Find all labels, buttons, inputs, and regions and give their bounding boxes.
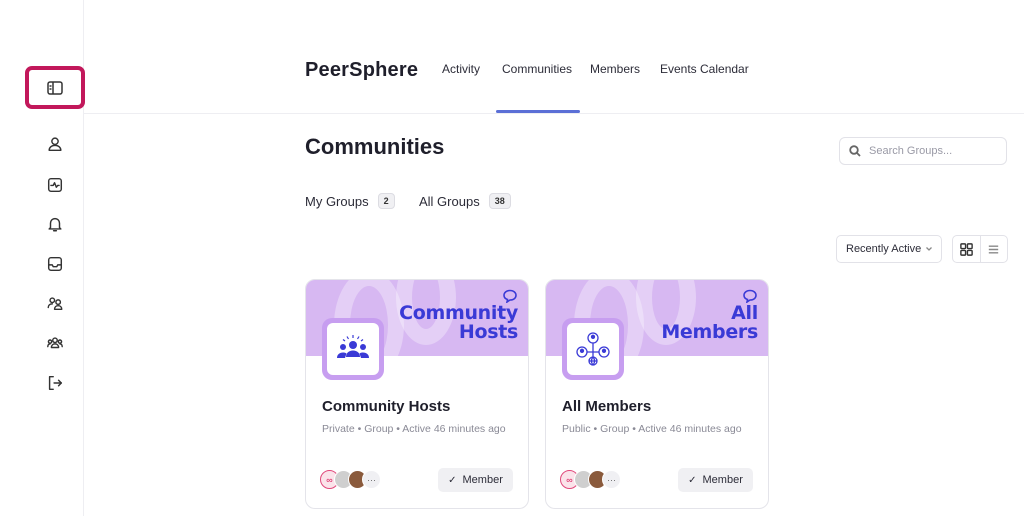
count-badge: 38 <box>488 193 511 209</box>
group-meta: Public • Group • Active 46 minutes ago <box>562 423 742 435</box>
nav-tab-events-calendar[interactable]: Events Calendar <box>660 62 749 76</box>
sidebar-item-profile[interactable] <box>44 133 66 155</box>
nav-tab-members[interactable]: Members <box>590 62 640 76</box>
sidebar-toggle-icon <box>47 80 63 95</box>
sidebar <box>0 0 85 516</box>
network-globe-icon <box>576 332 610 366</box>
banner-title: All Members <box>661 302 758 343</box>
sidebar-item-members[interactable] <box>44 292 66 314</box>
grid-icon <box>959 242 973 256</box>
brand-logo-text[interactable]: PeerSphere <box>305 59 418 82</box>
tab-all-groups[interactable]: All Groups 38 <box>419 193 511 209</box>
sort-selected-value: Recently Active <box>846 243 922 255</box>
sidebar-item-inbox[interactable] <box>44 253 66 275</box>
list-view-button[interactable] <box>979 236 1008 262</box>
check-icon: ✓ <box>448 474 457 486</box>
sidebar-item-notifications[interactable] <box>44 213 66 235</box>
chat-bubble-icon <box>743 289 757 303</box>
sort-dropdown[interactable]: Recently Active <box>836 235 942 263</box>
list-icon <box>989 245 999 253</box>
sidebar-item-logout[interactable] <box>44 372 66 394</box>
sidebar-item-activity[interactable] <box>44 174 66 196</box>
page-title: Communities <box>305 134 445 159</box>
nav-tab-activity[interactable]: Activity <box>442 62 480 76</box>
group-avatar <box>322 318 384 380</box>
user-icon <box>48 137 62 152</box>
group-avatar <box>562 318 624 380</box>
groups-icon <box>47 337 63 349</box>
chevron-down-icon <box>926 247 932 251</box>
search-groups-field[interactable] <box>839 137 1007 165</box>
sidebar-toggle-button[interactable] <box>25 66 85 109</box>
more-members-icon: ··· <box>362 470 381 489</box>
group-name[interactable]: Community Hosts <box>322 398 450 415</box>
group-name[interactable]: All Members <box>562 398 651 415</box>
member-status-button[interactable]: ✓ Member <box>678 468 753 492</box>
member-avatars[interactable]: ∞ ··· <box>320 470 381 490</box>
inbox-icon <box>47 256 63 272</box>
view-toggle <box>952 235 1008 263</box>
count-badge: 2 <box>377 193 395 209</box>
tab-label: My Groups <box>305 193 369 209</box>
logout-icon <box>48 375 63 391</box>
community-hosts-icon <box>337 335 369 358</box>
nav-active-indicator <box>496 110 580 113</box>
chat-bubble-icon <box>503 289 517 303</box>
member-button-label: Member <box>702 474 743 486</box>
tab-my-groups[interactable]: My Groups 2 <box>305 193 395 209</box>
nav-tab-communities[interactable]: Communities <box>502 62 572 76</box>
member-status-button[interactable]: ✓ Member <box>438 468 513 492</box>
group-card-community-hosts[interactable]: Community Hosts Community Hosts Private … <box>305 279 529 509</box>
tab-label: All Groups <box>419 193 480 209</box>
bell-icon <box>48 217 62 232</box>
search-icon <box>849 145 861 157</box>
member-avatars[interactable]: ∞ ··· <box>560 470 621 490</box>
search-input[interactable] <box>869 145 999 157</box>
group-meta: Private • Group • Active 46 minutes ago <box>322 423 506 435</box>
check-icon: ✓ <box>688 474 697 486</box>
member-button-label: Member <box>462 474 503 486</box>
top-navigation: PeerSphere Activity Communities Members … <box>84 36 1024 114</box>
activity-icon <box>47 177 63 193</box>
more-members-icon: ··· <box>602 470 621 489</box>
members-icon <box>47 297 63 311</box>
group-card-all-members[interactable]: All Members All Members Public • Group •… <box>545 279 769 509</box>
banner-title: Community Hosts <box>399 302 518 343</box>
sidebar-item-groups[interactable] <box>44 332 66 354</box>
grid-view-button[interactable] <box>953 236 980 262</box>
